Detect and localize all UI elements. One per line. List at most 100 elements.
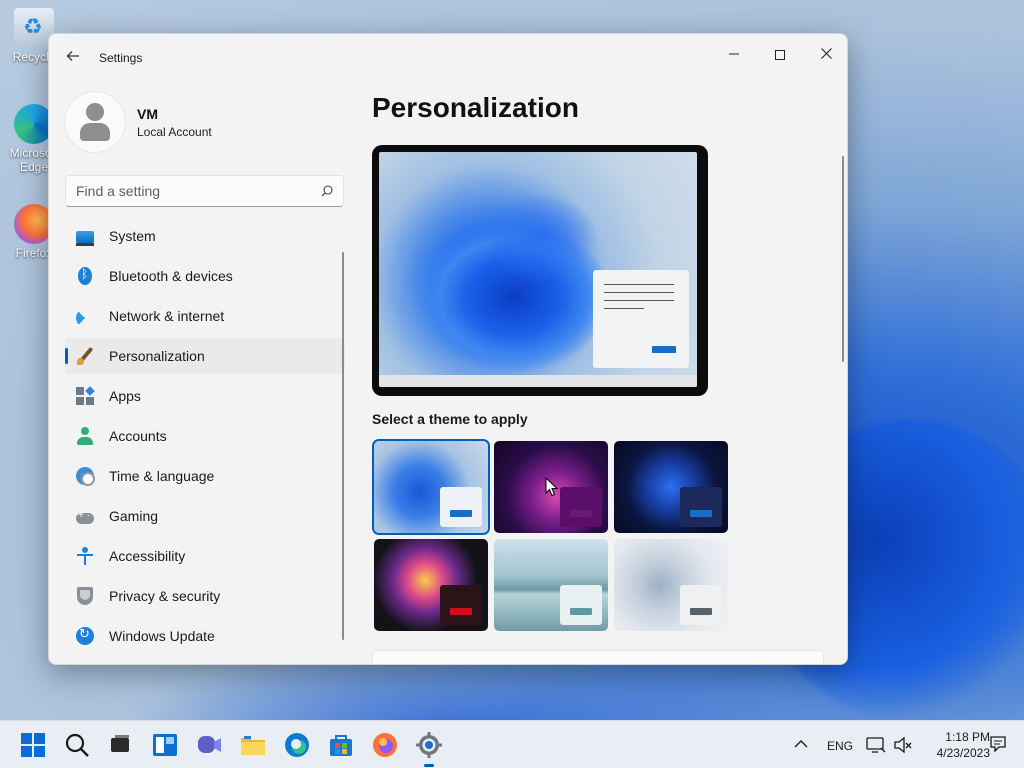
theme-accent-swatch <box>570 510 592 517</box>
theme-tile[interactable] <box>374 441 488 533</box>
theme-mini-window <box>680 487 722 527</box>
theme-mini-window <box>680 585 722 625</box>
theme-accent-swatch <box>570 608 592 615</box>
update-icon <box>76 626 94 645</box>
theme-mini-window <box>560 487 602 527</box>
nav-label: Apps <box>109 388 141 404</box>
avatar[interactable] <box>65 92 125 152</box>
nav-item-network[interactable]: Network & internet <box>65 298 345 334</box>
firefox-icon[interactable] <box>372 732 398 758</box>
avatar-head <box>86 103 104 121</box>
chevron-up-icon[interactable] <box>794 737 808 751</box>
avatar-body <box>80 123 110 141</box>
theme-accent-swatch <box>690 608 712 615</box>
theme-accent-swatch <box>450 510 472 517</box>
close-button[interactable] <box>803 40 847 68</box>
clock-date[interactable]: 4/23/2023 <box>916 746 990 760</box>
nav-label: Network & internet <box>109 308 225 324</box>
theme-mini-window <box>560 585 602 625</box>
widgets-icon[interactable] <box>152 732 178 758</box>
preview-bloom <box>479 192 599 282</box>
close-icon <box>820 48 832 59</box>
settings-taskbar-button[interactable] <box>416 732 442 767</box>
clock-time[interactable]: 1:18 PM <box>930 730 990 744</box>
user-name: VM <box>137 106 158 122</box>
notification-icon[interactable] <box>989 735 1007 753</box>
preview-line <box>604 308 644 309</box>
nav-item-gaming[interactable]: Gaming <box>65 498 345 534</box>
desktop-icon-label: Firefox <box>15 246 53 260</box>
nav-item-accessibility[interactable]: Accessibility <box>65 538 345 574</box>
theme-preview <box>372 145 708 396</box>
nav-label: Bluetooth & devices <box>109 268 233 284</box>
preview-taskbar <box>379 375 697 387</box>
search-icon <box>321 185 333 197</box>
wifi-icon <box>76 307 94 327</box>
taskbar: ENG 1:18 PM 4/23/2023 <box>0 720 1024 768</box>
task-view-icon[interactable] <box>107 732 133 758</box>
start-icon[interactable] <box>20 732 46 758</box>
nav-label: Gaming <box>109 508 159 524</box>
maximize-button[interactable] <box>757 40 803 68</box>
nav-label: System <box>109 228 156 244</box>
nav-item-personalization[interactable]: Personalization <box>65 338 345 374</box>
search-box[interactable] <box>65 175 344 207</box>
nav-item-apps[interactable]: Apps <box>65 378 345 414</box>
nav-scrollbar[interactable] <box>342 252 344 640</box>
preview-accent-button <box>652 346 676 353</box>
network-status-icon[interactable] <box>866 735 886 755</box>
nav-item-time-language[interactable]: Time & language <box>65 458 345 494</box>
page-title: Personalization <box>372 92 579 123</box>
title-bar[interactable]: Settings <box>49 34 847 74</box>
edge-icon[interactable] <box>284 732 310 758</box>
person-icon <box>76 427 94 445</box>
language-indicator[interactable]: ENG <box>827 739 853 753</box>
theme-accent-swatch <box>450 608 472 615</box>
theme-mini-window <box>440 585 482 625</box>
nav-label: Accessibility <box>109 548 186 564</box>
settings-card[interactable] <box>372 650 824 664</box>
apps-icon <box>76 387 94 405</box>
nav-label: Time & language <box>109 468 215 484</box>
theme-accent-swatch <box>690 510 712 517</box>
theme-heading: Select a theme to apply <box>372 411 528 427</box>
settings-icon <box>416 732 442 758</box>
main-scrollbar[interactable] <box>842 156 844 362</box>
shield-icon <box>77 587 93 605</box>
brush-icon <box>76 347 94 365</box>
arrow-left-icon <box>66 51 79 61</box>
preview-screen <box>379 152 697 387</box>
minimize-button[interactable] <box>711 40 757 68</box>
theme-tile[interactable] <box>494 539 608 631</box>
preview-window <box>593 270 689 368</box>
nav-item-windows-update[interactable]: Windows Update <box>65 618 345 654</box>
minimize-icon <box>729 53 739 55</box>
search-input[interactable] <box>76 176 306 206</box>
chat-icon[interactable] <box>196 732 222 758</box>
file-explorer-icon[interactable] <box>240 732 266 758</box>
nav-item-system[interactable]: System <box>65 218 345 254</box>
nav-label: Windows Update <box>109 628 215 644</box>
controller-icon <box>76 510 94 524</box>
nav-item-privacy[interactable]: Privacy & security <box>65 578 345 614</box>
window-title: Settings <box>99 51 143 65</box>
preview-line <box>604 300 674 301</box>
globe-clock-icon <box>76 467 95 486</box>
nav-label: Personalization <box>109 348 205 364</box>
theme-tile[interactable] <box>614 539 728 631</box>
square-icon <box>775 50 785 61</box>
theme-tile[interactable] <box>614 441 728 533</box>
nav-item-bluetooth[interactable]: Bluetooth & devices <box>65 258 345 294</box>
accessibility-icon <box>76 547 94 565</box>
theme-tile[interactable] <box>374 539 488 631</box>
search-icon[interactable] <box>64 732 90 758</box>
bluetooth-icon <box>78 267 92 285</box>
back-button[interactable] <box>63 46 83 66</box>
nav-label: Accounts <box>109 428 167 444</box>
system-icon <box>76 231 94 246</box>
volume-muted-icon[interactable] <box>893 735 913 755</box>
settings-nav: System Bluetooth & devices Network & int… <box>65 218 345 658</box>
nav-item-accounts[interactable]: Accounts <box>65 418 345 454</box>
preview-line <box>604 292 674 293</box>
store-icon[interactable] <box>328 732 354 758</box>
